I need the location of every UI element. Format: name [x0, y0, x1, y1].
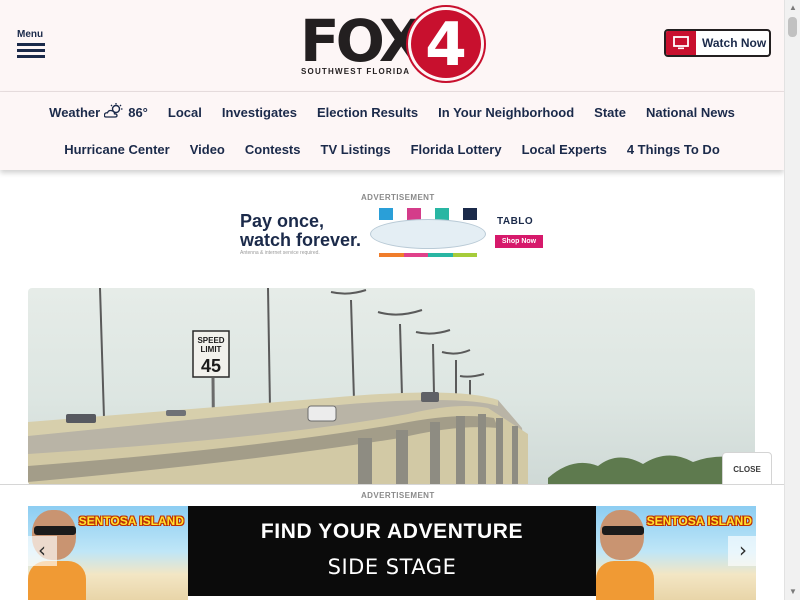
ad-headline-line-1: Pay once, — [240, 211, 325, 231]
sign-text-value: 45 — [201, 356, 221, 376]
bottom-sticky-ad: ADVERTISEMENT SENTOSA ISLAND FIND YOUR A… — [0, 484, 784, 600]
sign-text-speed: SPEED — [197, 336, 224, 345]
nav-item-in-your-neighborhood[interactable]: In Your Neighborhood — [438, 103, 574, 122]
logo-circle: 4 — [408, 7, 484, 81]
close-ad-button[interactable]: CLOSE — [722, 452, 772, 485]
person-head — [600, 510, 644, 560]
menu-label: Menu — [17, 29, 44, 40]
scroll-down-icon[interactable]: ▼ — [785, 584, 800, 600]
main-nav: Weather 86° Local Investigates Election … — [0, 92, 784, 170]
vertical-scrollbar[interactable]: ▲ ▼ — [784, 0, 800, 600]
carousel-prev-button[interactable]: ‹ — [27, 536, 57, 566]
nav-item-state[interactable]: State — [594, 103, 626, 122]
person-image — [596, 561, 654, 600]
scrollbar-thumb[interactable] — [788, 17, 797, 37]
nav-item-weather[interactable]: Weather 86° — [49, 103, 148, 122]
ad-small-print: Antenna & internet service required. — [240, 250, 320, 256]
adventure-ad[interactable]: FIND YOUR ADVENTURE SIDE STAGE — [188, 506, 596, 596]
carousel-next-button[interactable]: › — [728, 536, 758, 566]
scroll-up-icon[interactable]: ▲ — [785, 0, 800, 16]
nav-item-national-news[interactable]: National News — [646, 103, 735, 122]
nav-item-election-results[interactable]: Election Results — [317, 103, 418, 122]
sunglasses-icon — [34, 526, 76, 535]
adventure-headline: FIND YOUR ADVENTURE — [260, 520, 524, 543]
menu-button[interactable]: Menu — [17, 30, 47, 58]
nav-item-video[interactable]: Video — [190, 142, 225, 157]
side-stage-brand: SIDE STAGE — [327, 555, 457, 579]
logo-number: 4 — [425, 10, 467, 80]
partly-cloudy-icon — [103, 103, 124, 122]
hamburger-icon — [17, 43, 47, 58]
watch-now-label: Watch Now — [702, 36, 767, 50]
bridge-photo: SPEED LIMIT 45 — [28, 288, 755, 485]
nav-row-1: Weather 86° Local Investigates Election … — [0, 103, 784, 122]
nav-item-local[interactable]: Local — [168, 103, 202, 122]
hero-image[interactable]: SPEED LIMIT 45 — [28, 288, 755, 485]
ad-brand: TABLO — [497, 216, 534, 227]
sunglasses-icon — [602, 526, 644, 535]
sign-text-limit: LIMIT — [201, 345, 222, 354]
antenna-device-image — [370, 219, 486, 249]
tablo-ad[interactable]: Pay once, watch forever. Antenna & inter… — [240, 205, 546, 257]
watch-now-button[interactable]: Watch Now — [664, 29, 771, 57]
nav-item-hurricane-center[interactable]: Hurricane Center — [64, 142, 169, 157]
ad-headline: Pay once, watch forever. — [240, 212, 361, 250]
shop-now-button[interactable]: Shop Now — [495, 235, 543, 248]
nav-item-local-experts[interactable]: Local Experts — [522, 142, 607, 157]
nav-weather-label: Weather — [49, 105, 101, 120]
panel-title-left: SENTOSA ISLAND — [78, 514, 184, 528]
fox4-logo[interactable]: FOX 4 SOUTHWEST FLORIDA — [300, 7, 486, 81]
nav-item-4-things-to-do[interactable]: 4 Things To Do — [627, 142, 720, 157]
nav-item-tv-listings[interactable]: TV Listings — [321, 142, 391, 157]
ad-headline-line-2: watch forever. — [240, 230, 362, 250]
ad-label-top: ADVERTISEMENT — [361, 193, 435, 202]
logo-wordmark: FOX — [300, 7, 424, 75]
nav-weather-temp: 86° — [128, 105, 148, 120]
ad-label-bottom: ADVERTISEMENT — [361, 491, 435, 500]
site-header: Menu FOX 4 SOUTHWEST FLORIDA Watch Now — [0, 0, 784, 92]
page: Menu FOX 4 SOUTHWEST FLORIDA Watch Now W… — [0, 0, 800, 600]
person-image — [28, 561, 86, 600]
ad-color-strip — [379, 253, 477, 257]
logo-subtitle: SOUTHWEST FLORIDA — [301, 67, 411, 76]
tv-icon — [666, 31, 696, 55]
nav-item-florida-lottery[interactable]: Florida Lottery — [411, 142, 502, 157]
panel-title-right: SENTOSA ISLAND — [646, 514, 752, 528]
nav-item-investigates[interactable]: Investigates — [222, 103, 297, 122]
nav-item-contests[interactable]: Contests — [245, 142, 301, 157]
nav-row-2: Hurricane Center Video Contests TV Listi… — [0, 142, 784, 157]
